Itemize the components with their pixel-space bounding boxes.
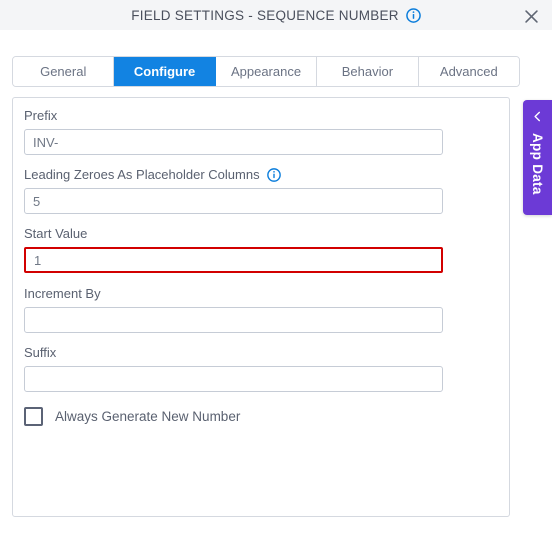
field-suffix-label: Suffix <box>24 345 57 360</box>
field-start-value-label-row: Start Value <box>24 226 443 241</box>
field-increment-by-label-row: Increment By <box>24 286 443 301</box>
always-generate-new-number-checkbox[interactable] <box>24 407 43 426</box>
tab-behavior-label: Behavior <box>341 64 394 79</box>
app-data-label: App Data <box>530 133 545 195</box>
always-generate-new-number-row[interactable]: Always Generate New Number <box>24 407 240 426</box>
field-suffix-label-row: Suffix <box>24 345 443 360</box>
field-prefix-label: Prefix <box>24 108 58 123</box>
dialog-title-group: FIELD SETTINGS - SEQUENCE NUMBER <box>131 8 421 23</box>
leading-zeroes-input[interactable] <box>24 188 443 214</box>
tab-appearance[interactable]: Appearance <box>215 57 318 86</box>
field-start-value-label: Start Value <box>24 226 88 241</box>
tab-advanced[interactable]: Advanced <box>418 57 519 86</box>
leading-zeroes-info-icon[interactable] <box>266 167 281 182</box>
tab-behavior[interactable]: Behavior <box>317 57 419 86</box>
info-circle-icon[interactable] <box>405 7 421 23</box>
field-prefix-label-row: Prefix <box>24 108 443 123</box>
field-start-value: Start Value <box>24 226 443 273</box>
field-leading-zeroes-label-row: Leading Zeroes As Placeholder Columns <box>24 167 443 182</box>
page-title: FIELD SETTINGS - SEQUENCE NUMBER <box>131 7 399 23</box>
app-data-panel-toggle[interactable]: App Data <box>523 100 552 215</box>
prefix-input[interactable] <box>24 129 443 155</box>
configure-panel: Prefix Leading Zeroes As Placeholder Col… <box>12 97 510 517</box>
field-leading-zeroes-label: Leading Zeroes As Placeholder Columns <box>24 167 260 182</box>
tab-general[interactable]: General <box>13 57 115 86</box>
always-generate-new-number-label: Always Generate New Number <box>55 409 241 424</box>
field-suffix: Suffix <box>24 345 443 392</box>
tab-configure[interactable]: Configure <box>114 57 216 86</box>
tab-advanced-label: Advanced <box>439 64 498 79</box>
start-value-input[interactable] <box>24 247 443 273</box>
field-leading-zeroes: Leading Zeroes As Placeholder Columns <box>24 167 443 214</box>
field-prefix: Prefix <box>24 108 443 155</box>
chevron-left-icon <box>532 109 543 127</box>
close-button[interactable] <box>520 5 542 27</box>
field-increment-by: Increment By <box>24 286 443 333</box>
close-icon <box>524 9 538 23</box>
increment-by-input[interactable] <box>24 307 443 333</box>
tab-configure-label: Configure <box>133 64 196 79</box>
suffix-input[interactable] <box>24 366 443 392</box>
field-increment-by-label: Increment By <box>24 286 101 301</box>
tab-general-label: General <box>40 64 87 79</box>
dialog-header: FIELD SETTINGS - SEQUENCE NUMBER <box>0 0 552 30</box>
tab-appearance-label: Appearance <box>230 64 302 79</box>
settings-tab-bar: General Configure Appearance Behavior Ad… <box>12 56 520 87</box>
